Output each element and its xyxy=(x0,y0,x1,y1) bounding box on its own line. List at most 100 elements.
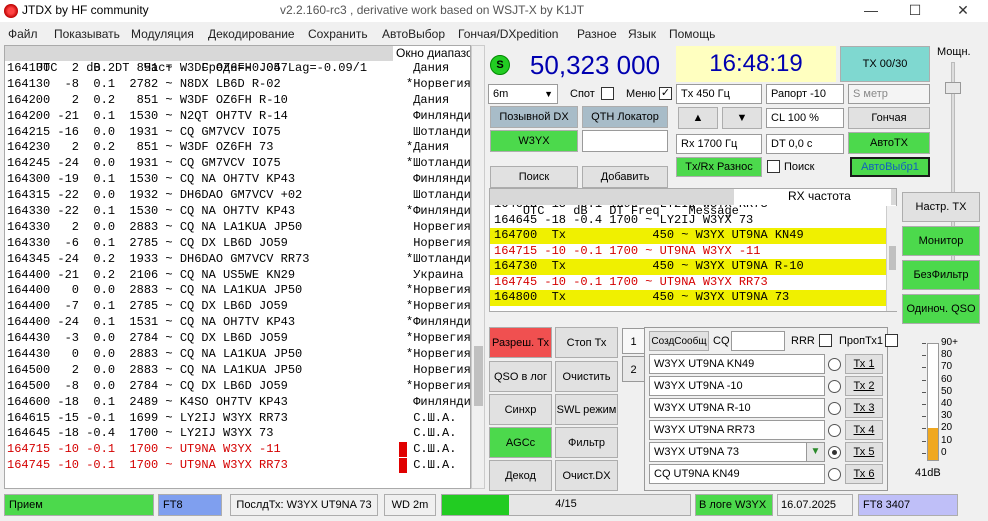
band-row[interactable]: 164400 -21 0.2 2106 ~ CQ NA US5WE KN29 У… xyxy=(5,268,470,284)
maximize-icon[interactable]: ☐ xyxy=(892,0,938,22)
band-scrollbar[interactable] xyxy=(471,45,485,489)
minimize-icon[interactable]: — xyxy=(848,0,894,22)
autotx-button[interactable]: АвтоТХ xyxy=(848,132,930,154)
tx-message-field-6[interactable]: CQ UT9NA KN49 xyxy=(649,464,825,484)
menu-save[interactable]: Сохранить xyxy=(308,27,368,41)
rx-frequency-field[interactable]: Rx 1700 Гц xyxy=(676,134,762,154)
tx-radio-3[interactable] xyxy=(828,402,841,415)
cl-field[interactable]: CL 100 % xyxy=(766,108,844,128)
band-row[interactable]: 164430 -3 0.0 2784 ~ CQ DX LB6D JO59 *Нор… xyxy=(5,331,470,347)
cq-field[interactable] xyxy=(731,331,785,351)
tx-radio-2[interactable] xyxy=(828,380,841,393)
band-row[interactable]: 164400 0 0.0 2883 ~ CQ NA LA1KUA JP50 *Но… xyxy=(5,283,470,299)
rx-row[interactable]: 164730 Tx 450 ~ W3YX UT9NA R-10 xyxy=(490,259,896,275)
freq-up-button[interactable]: ▲ xyxy=(678,107,718,129)
band-activity-list[interactable]: UTC dB DT Част Средн=-0.05 Lag=-0.09/1 О… xyxy=(4,45,471,489)
rx-row[interactable]: 164715 -10 -0.1 1700 ~ UT9NA W3YX -11 xyxy=(490,244,896,260)
band-row[interactable]: 164330 -6 0.1 2785 ~ CQ DX LB6D JO59 Нор… xyxy=(5,236,470,252)
tx-message-field-3[interactable]: W3YX UT9NA R-10 xyxy=(649,398,825,418)
agc-button[interactable]: AGCc xyxy=(489,427,552,458)
tx-tab-1[interactable]: 1 xyxy=(622,328,644,354)
tx-frequency-field[interactable]: Tx 450 Гц xyxy=(676,84,762,104)
band-row[interactable]: 164600 -18 0.1 2489 ~ K4SO OH7TV KP43 Фи… xyxy=(5,395,470,411)
band-row[interactable]: 164200 -21 0.1 1530 ~ N2QT OH7TV R-14 Фи… xyxy=(5,109,470,125)
tx-counter-button[interactable]: TX 00/30 xyxy=(840,46,930,82)
sync-button[interactable]: Синхр xyxy=(489,394,552,425)
frequency-display[interactable]: 50,323 000 xyxy=(520,48,670,82)
band-row[interactable]: 164130 2 0.2 851 ~ W3DF OZ6FH JO47 Дания xyxy=(5,61,470,77)
menu-hound[interactable]: Гончая/DXpedition xyxy=(458,27,558,41)
tx-radio-6[interactable] xyxy=(828,468,841,481)
tx-message-field-4[interactable]: W3YX UT9NA RR73 xyxy=(649,420,825,440)
rx-row[interactable]: 164745 -10 -0.1 1700 ~ UT9NA W3YX RR73 xyxy=(490,275,896,291)
menu-misc[interactable]: Разное xyxy=(577,27,617,41)
enable-tx-button[interactable]: Разреш. Тх xyxy=(489,327,552,358)
dx-call-field[interactable]: W3YX xyxy=(490,130,578,152)
report-field[interactable]: Рапорт -10 xyxy=(766,84,844,104)
menu-view[interactable]: Показывать xyxy=(54,27,120,41)
band-row[interactable]: 164615 -15 -0.1 1699 ~ LY2IJ W3YX RR73 С… xyxy=(5,411,470,427)
rx-row[interactable]: 164800 Tx 450 ~ W3YX UT9NA 73 xyxy=(490,290,896,306)
clear-dx-button[interactable]: Очист.DX xyxy=(555,460,618,491)
band-row[interactable]: 164430 0 0.0 2883 ~ CQ NA LA1KUA JP50 *Но… xyxy=(5,347,470,363)
dx-grid-field[interactable] xyxy=(582,130,668,152)
band-select[interactable]: 6m ▼ xyxy=(488,84,558,104)
txrx-split-button[interactable]: Tx/Rx Разнос xyxy=(676,157,762,177)
dt-field[interactable]: DT 0,0 с xyxy=(766,134,844,154)
band-row[interactable]: 164330 2 0.0 2883 ~ CQ NA LA1KUA JP50 Но… xyxy=(5,220,470,236)
menu-file[interactable]: Файл xyxy=(8,27,38,41)
tx-radio-1[interactable] xyxy=(828,358,841,371)
decode-button[interactable]: Декод xyxy=(489,460,552,491)
log-qso-button[interactable]: QSO в лог xyxy=(489,361,552,392)
band-row[interactable]: 164245 -24 0.0 1931 ~ CQ GM7VCV IO75 *Шот… xyxy=(5,156,470,172)
close-icon[interactable]: ✕ xyxy=(940,0,986,22)
band-row[interactable]: 164330 -22 0.1 1530 ~ CQ NA OH7TV KP43 *Ф… xyxy=(5,204,470,220)
menu-autoselect[interactable]: АвтоВыбор xyxy=(382,27,445,41)
band-row[interactable]: 164745 -10 -0.1 1700 ~ UT9NA W3YX RR73 С… xyxy=(5,458,470,474)
rx-scroll-thumb[interactable] xyxy=(889,246,896,270)
tx-message-field-1[interactable]: W3YX UT9NA KN49 xyxy=(649,354,825,374)
hound-button[interactable]: Гончая xyxy=(848,107,930,129)
band-row[interactable]: 164215 -16 0.0 1931 ~ CQ GM7VCV IO75 Шот… xyxy=(5,125,470,141)
band-row[interactable]: 164200 2 0.2 851 ~ W3DF OZ6FH R-10 Дания xyxy=(5,93,470,109)
tx-settings-button[interactable]: Настр. ТХ xyxy=(902,192,980,222)
monitor-button[interactable]: Монитор xyxy=(902,226,980,256)
tx-button-3[interactable]: Тх 3 xyxy=(845,398,883,418)
band-row[interactable]: 164130 -8 0.1 2782 ~ N8DX LB6D R-02 *Норв… xyxy=(5,77,470,93)
menu-help[interactable]: Помощь xyxy=(669,27,715,41)
tx-button-4[interactable]: Тх 4 xyxy=(845,420,883,440)
band-row[interactable]: 164400 -7 0.1 2785 ~ CQ DX LB6D JO59 *Нор… xyxy=(5,299,470,315)
band-row[interactable]: 164645 -18 -0.4 1700 ~ LY2IJ W3YX 73 С.Ш… xyxy=(5,426,470,442)
tx-button-5[interactable]: Тх 5 xyxy=(845,442,883,462)
dx-call-label-button[interactable]: Позывной DX xyxy=(490,106,578,128)
stop-tx-button[interactable]: Стоп Тх xyxy=(555,327,618,358)
tx-message-field-5[interactable]: W3YX UT9NA 73 ▼ xyxy=(649,442,825,462)
swl-mode-button[interactable]: SWL режим xyxy=(555,394,618,425)
menu-checkbox[interactable]: ✓ xyxy=(659,87,672,100)
tx-button-2[interactable]: Тх 2 xyxy=(845,376,883,396)
rx-frequency-list[interactable]: UTC dB DT Freq Message RX частота 164615… xyxy=(489,188,897,312)
power-slider-handle[interactable] xyxy=(945,82,961,94)
autoselect-button[interactable]: АвтоВыбр1 xyxy=(850,157,930,177)
tx-button-6[interactable]: Тх 6 xyxy=(845,464,883,484)
band-row[interactable]: 164230 2 0.2 851 ~ W3DF OZ6FH 73 *Дания xyxy=(5,140,470,156)
rx-scrollbar[interactable] xyxy=(886,206,898,311)
tx-message-field-2[interactable]: W3YX UT9NA -10 xyxy=(649,376,825,396)
band-row[interactable]: 164400 -24 0.1 1531 ~ CQ NA OH7TV KP43 *Ф… xyxy=(5,315,470,331)
band-row[interactable]: 164300 -19 0.1 1530 ~ CQ NA OH7TV KP43 Ф… xyxy=(5,172,470,188)
spot-checkbox[interactable] xyxy=(601,87,614,100)
single-qso-button[interactable]: Одиноч. QSO xyxy=(902,294,980,324)
rx-row[interactable]: 164700 Tx 450 ~ W3YX UT9NA KN49 xyxy=(490,228,896,244)
menu-decode[interactable]: Декодирование xyxy=(208,27,295,41)
qth-locator-label-button[interactable]: QTH Локатор xyxy=(582,106,668,128)
band-row[interactable]: 164500 -8 0.0 2784 ~ CQ DX LB6D JO59 *Нор… xyxy=(5,379,470,395)
search-button[interactable]: Поиск xyxy=(490,166,578,188)
clear-button[interactable]: Очистить xyxy=(555,361,618,392)
chevron-down-icon[interactable]: ▼ xyxy=(806,443,824,461)
band-row[interactable]: 164315 -22 0.0 1932 ~ DH6DAO GM7VCV +02 … xyxy=(5,188,470,204)
band-scroll-thumb[interactable] xyxy=(474,346,483,406)
rrr-checkbox[interactable] xyxy=(819,334,832,347)
tx-tab-2[interactable]: 2 xyxy=(622,356,644,382)
freq-down-button[interactable]: ▼ xyxy=(722,107,762,129)
menu-language[interactable]: Язык xyxy=(628,27,656,41)
